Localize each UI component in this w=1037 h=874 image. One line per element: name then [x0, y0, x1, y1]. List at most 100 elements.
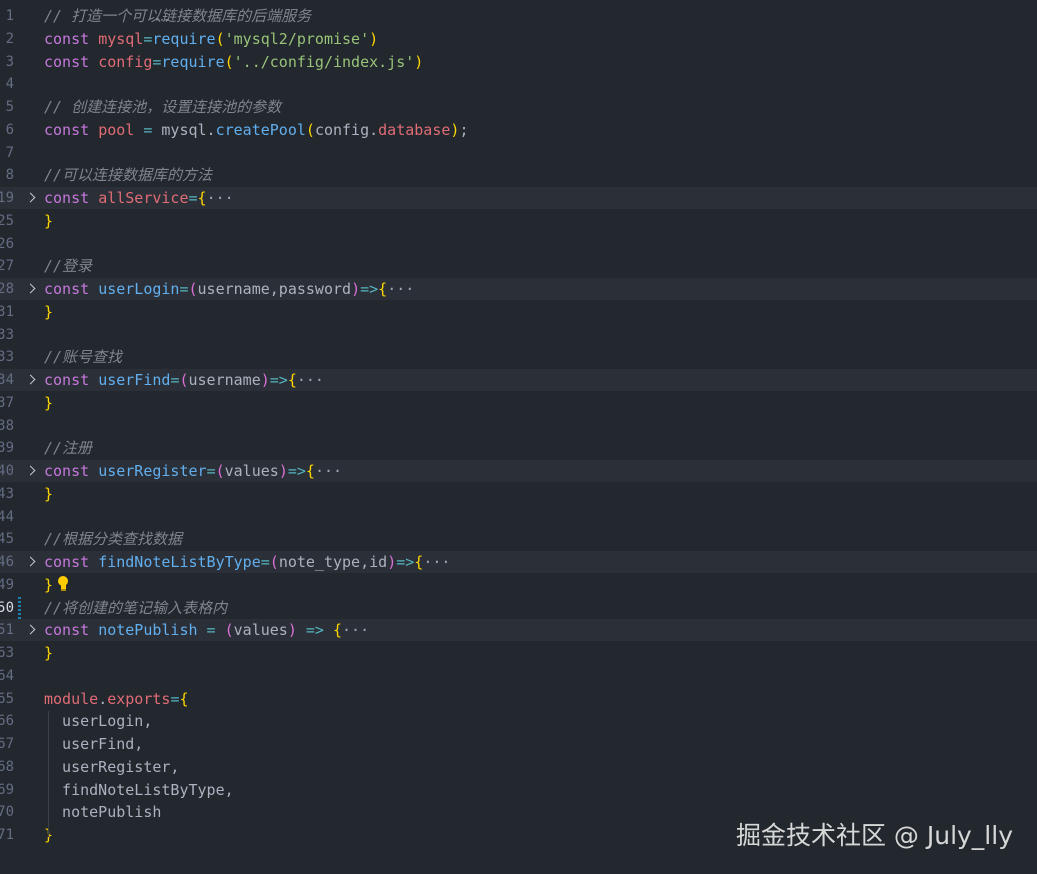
line-number-text: 64 — [0, 667, 14, 684]
fold-ellipsis[interactable]: ··· — [315, 462, 342, 480]
code-text[interactable]: userFind, — [44, 733, 143, 755]
folded-code-line[interactable]: 40 const userRegister=(values)=>{··· — [0, 460, 1037, 482]
code-line[interactable]: 33 //账号查找 — [0, 346, 1037, 368]
code-line[interactable]: 67 userFind, — [0, 733, 1037, 755]
code-line[interactable]: 37} — [0, 392, 1037, 414]
code-text[interactable]: //将创建的笔记输入表格内 — [44, 597, 227, 619]
folded-code-line[interactable]: 34 const userFind=(username)=>{··· — [0, 369, 1037, 391]
code-line[interactable]: 7 — [0, 142, 1037, 164]
line-number-text: 6 — [5, 121, 14, 138]
code-line[interactable]: 63} — [0, 642, 1037, 664]
chevron-right-icon[interactable] — [24, 187, 36, 209]
code-editor[interactable]: 1// 打造一个可以链接数据库的后端服务 2 const mysql=require… — [0, 0, 1037, 874]
code-line[interactable]: 31} — [0, 301, 1037, 323]
code-token: => — [360, 280, 379, 298]
code-token: require — [152, 29, 216, 48]
code-line[interactable]: 5 // 创建连接池，设置连接池的参数 — [0, 96, 1037, 118]
fold-ellipsis[interactable]: ··· — [297, 371, 324, 389]
code-text[interactable]: //登录 — [44, 255, 92, 277]
code-line[interactable]: 68 userRegister, — [0, 756, 1037, 778]
chevron-right-icon[interactable] — [24, 551, 36, 573]
line-number-text: 27 — [0, 258, 14, 275]
line-number: 66 — [0, 710, 14, 732]
code-line[interactable]: 25} — [0, 210, 1037, 232]
code-text[interactable]: const mysql=require('mysql2/promise') — [44, 28, 378, 50]
code-text[interactable]: const userFind=(username)=>{··· — [44, 369, 324, 391]
code-text[interactable]: const allService={··· — [44, 187, 234, 209]
code-token: ) — [351, 280, 361, 298]
code-text[interactable]: } — [44, 210, 53, 232]
code-token: findNoteListByType, — [44, 780, 234, 799]
code-token: const — [44, 371, 99, 389]
code-text[interactable]: findNoteListByType, — [44, 779, 234, 801]
code-token: ; — [459, 120, 469, 139]
code-line[interactable]: 43} — [0, 483, 1037, 505]
code-text[interactable]: const findNoteListByType=(note_type,id)=… — [44, 551, 450, 573]
code-line[interactable]: 69 findNoteListByType, — [0, 779, 1037, 801]
chevron-right-icon[interactable] — [24, 460, 36, 482]
code-text[interactable]: const notePublish = (values) => {··· — [44, 619, 369, 641]
code-line[interactable]: 8 //可以连接数据库的方法 — [0, 164, 1037, 186]
code-text[interactable]: // 打造一个可以链接数据库的后端服务 — [44, 5, 311, 27]
code-token: values — [233, 621, 288, 640]
line-number-text: 44 — [0, 508, 14, 525]
folded-code-line[interactable]: 46 const findNoteListByType=(note_type,id… — [0, 551, 1037, 573]
fold-ellipsis[interactable]: ··· — [423, 553, 450, 571]
code-text[interactable]: } — [44, 642, 53, 664]
code-text[interactable]: } — [44, 392, 53, 414]
chevron-right-icon[interactable] — [24, 369, 36, 391]
code-line[interactable]: 65 module.exports={ — [0, 688, 1037, 710]
code-text[interactable]: } — [44, 301, 53, 323]
code-token: userLogin, — [44, 712, 153, 731]
code-line[interactable]: 33 — [0, 324, 1037, 346]
line-number: 51 — [0, 619, 14, 641]
fold-ellipsis[interactable]: ··· — [342, 621, 369, 639]
code-line[interactable]: 27 //登录 — [0, 255, 1037, 277]
code-line[interactable]: 39 //注册 — [0, 437, 1037, 459]
code-line[interactable]: 44 — [0, 506, 1037, 528]
lightbulb-icon[interactable] — [57, 575, 69, 592]
code-line[interactable]: 4 — [0, 73, 1037, 95]
folded-code-line[interactable]: 51 const notePublish = (values) => {··· — [0, 619, 1037, 642]
code-text[interactable]: // 创建连接池，设置连接池的参数 — [44, 96, 281, 118]
code-line[interactable]: 38 — [0, 415, 1037, 437]
code-line[interactable]: 6 const pool = mysql.createPool(config.da… — [0, 119, 1037, 141]
folded-code-line[interactable]: 28 const userLogin=(username,password)=>{… — [0, 278, 1037, 300]
code-text[interactable]: } — [44, 574, 69, 596]
chevron-right-icon[interactable] — [24, 278, 36, 300]
fold-ellipsis[interactable]: ··· — [387, 280, 414, 298]
line-number-text: 4 — [5, 76, 14, 93]
code-line[interactable]: 49} — [0, 574, 1037, 596]
fold-ellipsis[interactable]: ··· — [207, 189, 234, 207]
code-text[interactable]: module.exports={ — [44, 688, 189, 710]
code-text[interactable]: //可以连接数据库的方法 — [44, 164, 212, 186]
hover-hint-dots[interactable]: ··· — [154, 16, 170, 26]
code-line[interactable]: 50 //将创建的笔记输入表格内 — [0, 596, 1037, 619]
code-text[interactable]: notePublish — [44, 801, 161, 823]
folded-code-line[interactable]: 19 const allService={··· — [0, 187, 1037, 209]
code-text[interactable]: //注册 — [44, 437, 92, 459]
code-text[interactable]: const userRegister=(values)=>{··· — [44, 460, 342, 482]
line-number: 50 — [0, 597, 14, 619]
code-token: ) — [369, 29, 379, 48]
code-text[interactable]: } — [44, 483, 53, 505]
code-line[interactable]: 26 — [0, 233, 1037, 255]
code-text[interactable]: const pool = mysql.createPool(config.dat… — [44, 119, 468, 141]
code-token: values — [224, 462, 279, 480]
line-number-text: 37 — [0, 394, 14, 411]
code-text[interactable]: const userLogin=(username,password)=>{··… — [44, 278, 414, 300]
code-line[interactable]: 3 const config=require('../config/index.j… — [0, 51, 1037, 73]
code-text[interactable]: const config=require('../config/index.js… — [44, 51, 423, 73]
code-line[interactable]: 45 //根据分类查找数据 — [0, 528, 1037, 550]
code-line[interactable]: 2 const mysql=require('mysql2/promise') — [0, 28, 1037, 50]
code-text[interactable]: userRegister, — [44, 756, 179, 778]
code-text[interactable]: //账号查找 — [44, 346, 122, 368]
code-text[interactable]: //根据分类查找数据 — [44, 528, 182, 550]
code-line[interactable]: 64 — [0, 665, 1037, 687]
line-number-text: 70 — [0, 804, 14, 821]
chevron-right-icon[interactable] — [24, 619, 36, 641]
code-token: const — [44, 120, 99, 139]
line-number: 25 — [0, 210, 14, 232]
code-line[interactable]: 66 userLogin, — [0, 710, 1037, 732]
code-text[interactable]: userLogin, — [44, 710, 152, 732]
